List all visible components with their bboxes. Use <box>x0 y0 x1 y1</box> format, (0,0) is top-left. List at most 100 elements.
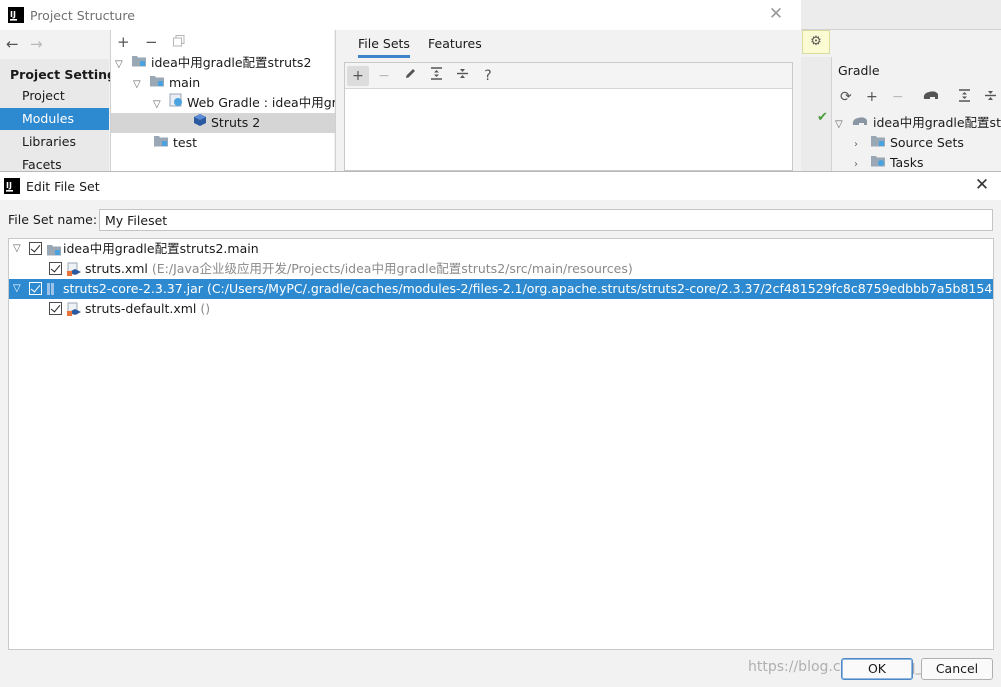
copy-icon[interactable] <box>172 33 197 51</box>
refresh-icon[interactable]: ⟳ <box>840 89 852 105</box>
remove-icon[interactable]: − <box>145 33 169 51</box>
module-folder-icon <box>149 75 165 90</box>
gradle-tree-tasks[interactable]: › Tasks <box>854 153 923 173</box>
chevron-down-icon[interactable]: ▽ <box>13 239 25 259</box>
facet-settings-panel: File Sets Features + − ? <box>335 30 801 171</box>
tree-node-label: test <box>172 135 197 150</box>
tree-node-label: idea中用gradle配置stru <box>872 115 1001 130</box>
add-icon[interactable]: + <box>866 89 878 105</box>
tree-node-label: idea中用gradle配置struts2 <box>150 55 312 70</box>
gradle-tree-source-sets[interactable]: › Source Sets <box>854 133 964 153</box>
checkbox[interactable] <box>49 262 62 275</box>
checkmark-icon: ✔ <box>817 110 828 125</box>
gradle-title: Gradle <box>838 63 880 78</box>
checkbox[interactable] <box>29 282 42 295</box>
tree-row-struts-default-xml[interactable]: struts-default.xml () <box>9 299 993 319</box>
tree-row-label: struts.xml (E:/Java企业级应用开发/Projects/idea… <box>85 259 633 279</box>
edit-pencil-icon[interactable] <box>399 66 421 86</box>
ok-button[interactable]: OK <box>841 658 913 680</box>
tree-node-label: Source Sets <box>889 135 964 150</box>
sidebar-item-label: Project <box>22 88 65 103</box>
module-folder-icon <box>153 135 169 150</box>
tree-node-test[interactable]: test <box>153 133 197 153</box>
tree-row-struts2-core-jar[interactable]: ▽ struts2-core-2.3.37.jar (C:/Users/MyPC… <box>9 279 993 299</box>
tree-node-module[interactable]: ▽ idea中用gradle配置struts2 <box>115 53 311 73</box>
svg-text:IJ: IJ <box>6 181 12 190</box>
module-tree-panel: + − ▽ idea中用gradle配置struts2 ▽ main ▽ Web… <box>110 30 335 171</box>
svg-text:IJ: IJ <box>10 10 16 19</box>
chevron-down-icon[interactable]: ▽ <box>153 95 165 113</box>
project-structure-title: Project Structure <box>30 8 135 23</box>
project-structure-window: IJ Project Structure ✕ ← → Project Setti… <box>0 0 801 172</box>
module-folder-icon <box>131 55 147 70</box>
gradle-elephant-icon <box>851 115 869 130</box>
remove-fileset-button[interactable]: − <box>373 66 395 86</box>
tab-features[interactable]: Features <box>428 36 482 58</box>
close-icon[interactable]: ✕ <box>974 177 990 194</box>
chevron-down-icon[interactable]: ▽ <box>133 75 145 93</box>
navigation-arrows: ← → <box>6 35 50 53</box>
collapse-all-icon[interactable] <box>984 89 997 106</box>
chevron-down-icon[interactable]: ▽ <box>13 279 25 299</box>
file-name: struts2-core-2.3.37.jar <box>63 281 203 296</box>
remove-icon[interactable]: − <box>892 89 904 105</box>
project-structure-sidebar: Project Settings Project Modules Librari… <box>0 59 123 172</box>
gradle-top-strip <box>801 0 1001 30</box>
gradle-elephant-icon[interactable] <box>922 89 940 106</box>
help-icon[interactable]: ? <box>477 66 499 86</box>
sidebar-item-modules[interactable]: Modules <box>0 108 109 130</box>
tree-row-label: idea中用gradle配置struts2.main <box>63 241 259 256</box>
back-arrow-icon[interactable]: ← <box>6 35 26 53</box>
file-sets-list[interactable]: + − ? <box>344 62 793 171</box>
tree-node-web-gradle[interactable]: ▽ Web Gradle : idea中用gr <box>153 93 335 113</box>
sidebar-header: Project Settings <box>10 67 124 82</box>
file-set-name-label: File Set name: <box>8 212 98 227</box>
tree-row-label: struts2-core-2.3.37.jar (C:/Users/MyPC/.… <box>63 279 994 299</box>
collapse-all-icon[interactable] <box>451 66 473 86</box>
web-icon <box>169 93 183 110</box>
intellij-logo-icon: IJ <box>4 178 20 197</box>
checkbox[interactable] <box>29 242 42 255</box>
source-sets-icon <box>870 135 886 150</box>
gradle-tree: ▽ idea中用gradle配置stru › Source Sets › Tas… <box>832 112 1001 171</box>
sidebar-item-project[interactable]: Project <box>0 85 109 107</box>
module-tree-toolbar: + − <box>117 33 197 51</box>
sidebar-item-libraries[interactable]: Libraries <box>0 131 109 153</box>
file-path: (C:/Users/MyPC/.gradle/caches/modules-2/… <box>206 281 994 296</box>
gradle-toolbar: ⟳ + − <box>832 85 1001 111</box>
tab-label: Features <box>428 36 482 51</box>
cancel-button[interactable]: Cancel <box>921 658 993 680</box>
gradle-left-gutter: ✔ <box>801 57 832 171</box>
tree-node-label: Web Gradle : idea中用gr <box>186 95 335 110</box>
tree-node-main[interactable]: ▽ main <box>133 73 200 93</box>
gradle-header: Gradle <box>832 57 1001 85</box>
tree-row-label: struts-default.xml () <box>85 299 210 319</box>
tasks-icon <box>870 155 886 170</box>
add-fileset-button[interactable]: + <box>347 66 369 86</box>
tab-label: File Sets <box>358 36 410 51</box>
close-icon[interactable]: ✕ <box>768 6 784 23</box>
tree-row-module[interactable]: ▽ idea中用gradle配置struts2.main <box>9 239 993 259</box>
forward-arrow-icon[interactable]: → <box>30 35 50 53</box>
sidebar-item-label: Modules <box>22 111 74 126</box>
chevron-down-icon[interactable]: ▽ <box>835 115 847 133</box>
chevron-down-icon[interactable]: ▽ <box>115 55 127 73</box>
file-set-name-input[interactable] <box>99 209 993 231</box>
struts-xml-icon <box>66 302 82 323</box>
gradle-tree-project[interactable]: ▽ idea中用gradle配置stru <box>835 113 1001 133</box>
tree-row-struts-xml[interactable]: struts.xml (E:/Java企业级应用开发/Projects/idea… <box>9 259 993 279</box>
gear-icon[interactable]: ⚙ <box>802 30 830 54</box>
dialog-title: Edit File Set <box>26 179 100 194</box>
checkbox[interactable] <box>49 302 62 315</box>
file-path: (E:/Java企业级应用开发/Projects/idea中用gradle配置s… <box>151 261 633 276</box>
tree-node-label: Struts 2 <box>210 115 261 130</box>
add-icon[interactable]: + <box>117 33 141 51</box>
struts-icon <box>193 114 207 130</box>
tree-node-struts2[interactable]: Struts 2 <box>111 113 335 133</box>
file-set-tree[interactable]: ▽ idea中用gradle配置struts2.main struts.xml … <box>8 238 994 650</box>
file-name: struts.xml <box>85 261 148 276</box>
chevron-right-icon[interactable]: › <box>854 135 866 153</box>
expand-all-icon[interactable] <box>958 89 971 106</box>
expand-all-icon[interactable] <box>425 66 447 86</box>
tab-file-sets[interactable]: File Sets <box>358 36 410 58</box>
